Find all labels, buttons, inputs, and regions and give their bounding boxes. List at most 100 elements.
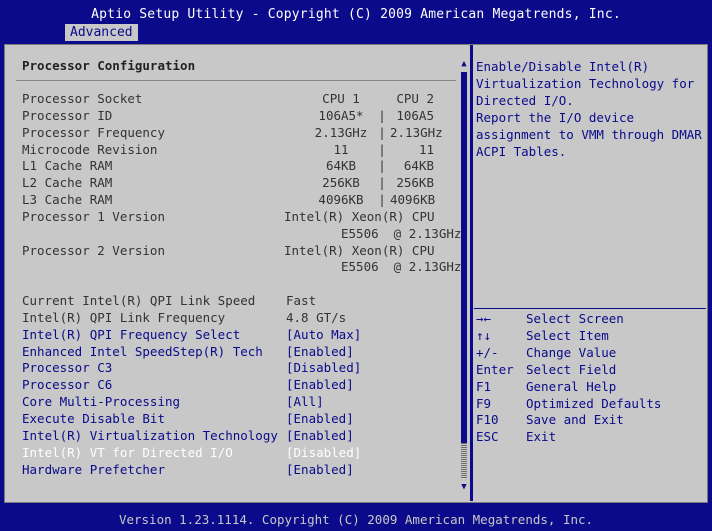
setting-row[interactable]: Intel(R) Virtualization Technology [Enabl… xyxy=(22,427,354,443)
cpu1-value: 2.13GHz xyxy=(314,124,368,140)
key-name: F9 xyxy=(476,395,492,411)
status-value: 4.8 GT/s xyxy=(286,309,347,325)
info-label: Microcode Revision xyxy=(22,141,158,157)
setting-value[interactable]: [Enabled] xyxy=(286,462,354,477)
setting-value[interactable]: [All] xyxy=(286,394,324,409)
setting-value[interactable]: [Enabled] xyxy=(286,428,354,443)
info-label: L2 Cache RAM xyxy=(22,175,113,191)
processor-version-row: Processor 1 Version Intel(R) Xeon(R) CPU E… xyxy=(22,208,461,241)
setting-value[interactable]: [Enabled] xyxy=(286,344,354,359)
value-separator: | xyxy=(378,124,386,140)
cpu2-value: 4096KB xyxy=(390,192,436,208)
status-label: Intel(R) QPI Link Frequency xyxy=(22,309,226,325)
info-label: Processor Socket xyxy=(22,91,143,106)
key-action: Select Screen xyxy=(526,311,624,326)
version-line2: E5506 @ 2.13GHz xyxy=(341,259,462,275)
key-legend-row: F9 Optimized Defaults xyxy=(476,395,661,412)
key-action: Select Field xyxy=(526,361,617,377)
info-label: Processor Frequency xyxy=(22,124,165,140)
cpu2-value: 256KB xyxy=(396,175,434,191)
app-title: Aptio Setup Utility - Copyright (C) 2009… xyxy=(91,7,621,22)
help-separator xyxy=(474,308,706,309)
info-row: Processor Frequency 2.13GHz | 2.13GHz xyxy=(22,124,443,140)
key-name: +/- xyxy=(476,344,499,360)
key-name: F1 xyxy=(476,378,492,394)
value-separator: | xyxy=(378,158,386,174)
cpu2-value: 64KB xyxy=(403,158,434,174)
scrollbar-track[interactable] xyxy=(461,72,467,478)
setting-label: Intel(R) QPI Frequency Select xyxy=(22,326,241,342)
section-title: Processor Configuration xyxy=(22,58,196,73)
version-line1: Intel(R) Xeon(R) CPU xyxy=(284,242,435,258)
key-name: ↑↓ xyxy=(476,327,492,343)
value-separator: | xyxy=(378,107,386,123)
info-row: Microcode Revision 11 | 11 xyxy=(22,141,434,157)
setting-label: Execute Disable Bit xyxy=(22,410,165,426)
setting-row[interactable]: Execute Disable Bit [Enabled] xyxy=(22,410,354,426)
setting-value[interactable]: [Enabled] xyxy=(286,411,354,426)
footer-version: Version 1.23.1114. Copyright (C) 2009 Am… xyxy=(118,512,594,527)
processor-version-row: Processor 2 Version Intel(R) Xeon(R) CPU E… xyxy=(22,242,461,275)
key-legend-row: F1 General Help xyxy=(476,378,616,395)
setting-row[interactable]: Enhanced Intel SpeedStep(R) Tech [Enabled… xyxy=(22,343,354,359)
key-legend-row: Enter Select Field xyxy=(476,361,616,378)
key-legend-row: →← Select Screen xyxy=(476,310,624,327)
setting-row[interactable]: Processor C6 [Enabled] xyxy=(22,377,354,393)
setting-row[interactable]: Core Multi-Processing [All] xyxy=(22,394,324,410)
info-row: L1 Cache RAM 64KB | 64KB xyxy=(22,158,434,173)
info-row: L2 Cache RAM 256KB | 256KB xyxy=(22,175,434,191)
cpu2-value: 11 xyxy=(418,141,434,157)
status-value: Fast xyxy=(286,293,317,308)
setting-label: Intel(R) VT for Directed I/O xyxy=(22,444,233,460)
key-action: Select Item xyxy=(526,327,609,343)
cpu2-value: CPU 2 xyxy=(396,91,434,106)
status-row: Current Intel(R) QPI Link Speed Fast xyxy=(22,293,316,308)
cpu1-value: 256KB xyxy=(322,175,360,191)
scrollbar-thumb[interactable] xyxy=(461,443,467,479)
value-separator: | xyxy=(378,141,386,157)
info-label: Processor ID xyxy=(22,107,113,123)
key-name: ESC xyxy=(476,429,499,445)
setting-value[interactable]: [Disabled] xyxy=(286,445,361,460)
section-underline xyxy=(16,80,456,81)
key-action: Optimized Defaults xyxy=(526,395,662,411)
key-legend-row: ESC Exit xyxy=(476,428,556,445)
version-line1: Intel(R) Xeon(R) CPU xyxy=(284,208,435,224)
scroll-up-arrow-icon[interactable]: ▲ xyxy=(460,60,468,69)
version-label: Processor 1 Version xyxy=(22,208,165,224)
key-action: Exit xyxy=(526,429,557,445)
tab-advanced[interactable]: Advanced xyxy=(65,24,138,41)
key-legend-row: ↑↓ Select Item xyxy=(476,327,609,344)
setting-row[interactable]: Hardware Prefetcher [Enabled] xyxy=(22,462,354,477)
setting-value[interactable]: [Disabled] xyxy=(286,360,361,375)
key-name: →← xyxy=(476,311,492,326)
status-row: Intel(R) QPI Link Frequency 4.8 GT/s xyxy=(22,309,346,325)
setting-row[interactable]: Intel(R) VT for Directed I/O [Disabled] xyxy=(22,444,361,460)
setting-row[interactable]: Processor C3 [Disabled] xyxy=(22,360,361,375)
setting-label: Processor C6 xyxy=(22,377,113,393)
key-name: Enter xyxy=(476,361,514,377)
cpu1-value: 64KB xyxy=(325,158,357,174)
info-label: L3 Cache RAM xyxy=(22,192,113,208)
status-label: Current Intel(R) QPI Link Speed xyxy=(22,293,256,308)
value-separator: | xyxy=(378,175,386,191)
scroll-down-arrow-icon[interactable]: ▼ xyxy=(460,483,468,492)
setting-value[interactable]: [Enabled] xyxy=(286,377,354,392)
version-label: Processor 2 Version xyxy=(22,242,165,258)
value-separator: | xyxy=(378,192,386,208)
cpu2-value: 2.13GHz xyxy=(390,124,443,140)
key-action: General Help xyxy=(526,378,617,394)
cpu2-value: 106A5 xyxy=(396,107,434,123)
info-row: L3 Cache RAM 4096KB | 4096KB xyxy=(22,192,435,208)
key-legend-row: F10 Save and Exit xyxy=(476,411,624,428)
setting-label: Intel(R) Virtualization Technology xyxy=(22,427,278,443)
setting-label: Core Multi-Processing xyxy=(22,394,181,410)
setting-value[interactable]: [Auto Max] xyxy=(286,327,361,342)
cpu1-value: CPU 1 xyxy=(322,91,360,106)
help-description: Enable/Disable Intel(R) Virtualization T… xyxy=(476,59,702,159)
info-row: Processor ID 106A5* | 106A5 xyxy=(22,107,434,123)
cpu1-value: 4096KB xyxy=(318,192,364,208)
setting-label: Enhanced Intel SpeedStep(R) Tech xyxy=(22,343,263,359)
setting-row[interactable]: Intel(R) QPI Frequency Select [Auto Max] xyxy=(22,326,361,342)
scrollbar[interactable]: ▲ ▼ xyxy=(460,60,468,492)
